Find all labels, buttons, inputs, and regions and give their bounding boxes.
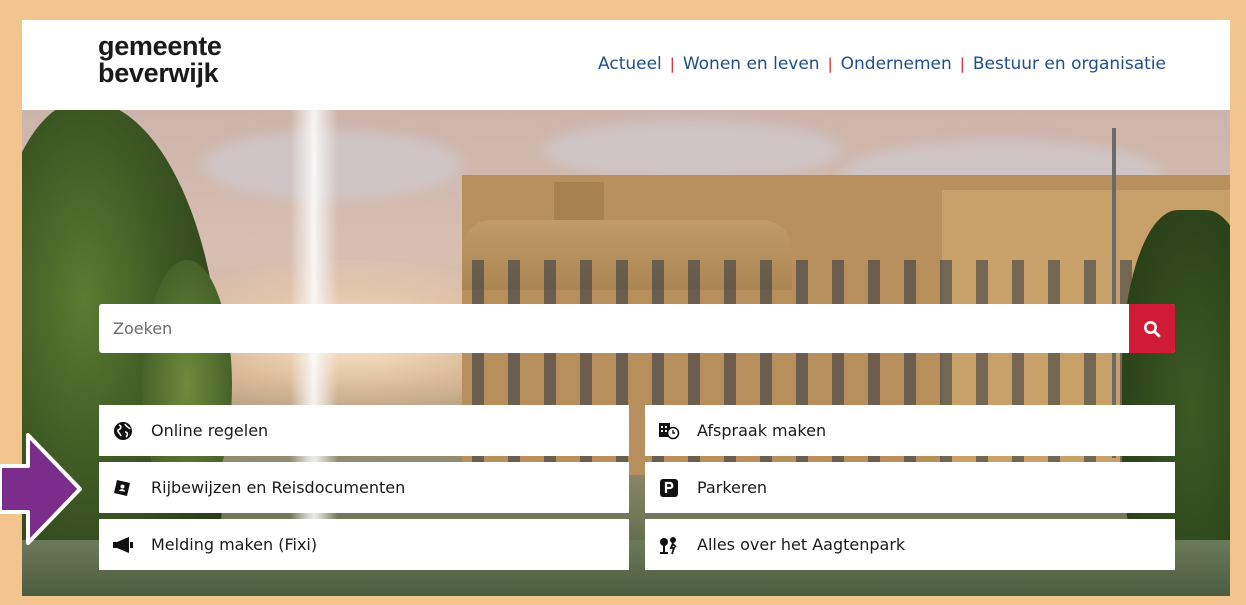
tile-aagtenpark[interactable]: Alles over het Aagtenpark — [645, 519, 1175, 570]
purple-arrow-annotation — [0, 433, 82, 545]
search-bar — [99, 304, 1175, 353]
park-icon — [657, 533, 681, 557]
site-header: gemeente beverwijk Actueel | Wonen en le… — [22, 20, 1230, 110]
tile-label: Online regelen — [151, 421, 269, 440]
tile-rijbewijzen[interactable]: Rijbewijzen en Reisdocumenten — [99, 462, 629, 513]
nav-separator: | — [827, 55, 833, 73]
nav-separator: | — [959, 55, 965, 73]
tile-parkeren[interactable]: Parkeren — [645, 462, 1175, 513]
tile-melding-maken[interactable]: Melding maken (Fixi) — [99, 519, 629, 570]
tile-afspraak-maken[interactable]: Afspraak maken — [645, 405, 1175, 456]
tile-label: Melding maken (Fixi) — [151, 535, 318, 554]
tile-label: Parkeren — [697, 478, 768, 497]
search-button[interactable] — [1129, 304, 1175, 353]
nav-bestuur-en-organisatie[interactable]: Bestuur en organisatie — [973, 54, 1166, 74]
nav-actueel[interactable]: Actueel — [598, 54, 662, 74]
site-logo[interactable]: gemeente beverwijk — [98, 33, 222, 87]
nav-ondernemen[interactable]: Ondernemen — [841, 54, 952, 74]
calendar-clock-icon — [657, 419, 681, 443]
main-nav: Actueel | Wonen en leven | Ondernemen | … — [598, 54, 1166, 74]
search-input[interactable] — [99, 304, 1129, 353]
tile-label: Rijbewijzen en Reisdocumenten — [151, 478, 406, 497]
nav-wonen-en-leven[interactable]: Wonen en leven — [683, 54, 820, 74]
page-frame: gemeente beverwijk Actueel | Wonen en le… — [22, 20, 1230, 596]
nav-separator: | — [669, 55, 675, 73]
parking-icon — [657, 476, 681, 500]
tile-online-regelen[interactable]: Online regelen — [99, 405, 629, 456]
logo-line-2: beverwijk — [98, 58, 219, 88]
search-icon — [1144, 320, 1161, 337]
logo-line-1: gemeente — [98, 31, 222, 61]
tile-label: Afspraak maken — [697, 421, 827, 440]
tile-label: Alles over het Aagtenpark — [697, 535, 906, 554]
